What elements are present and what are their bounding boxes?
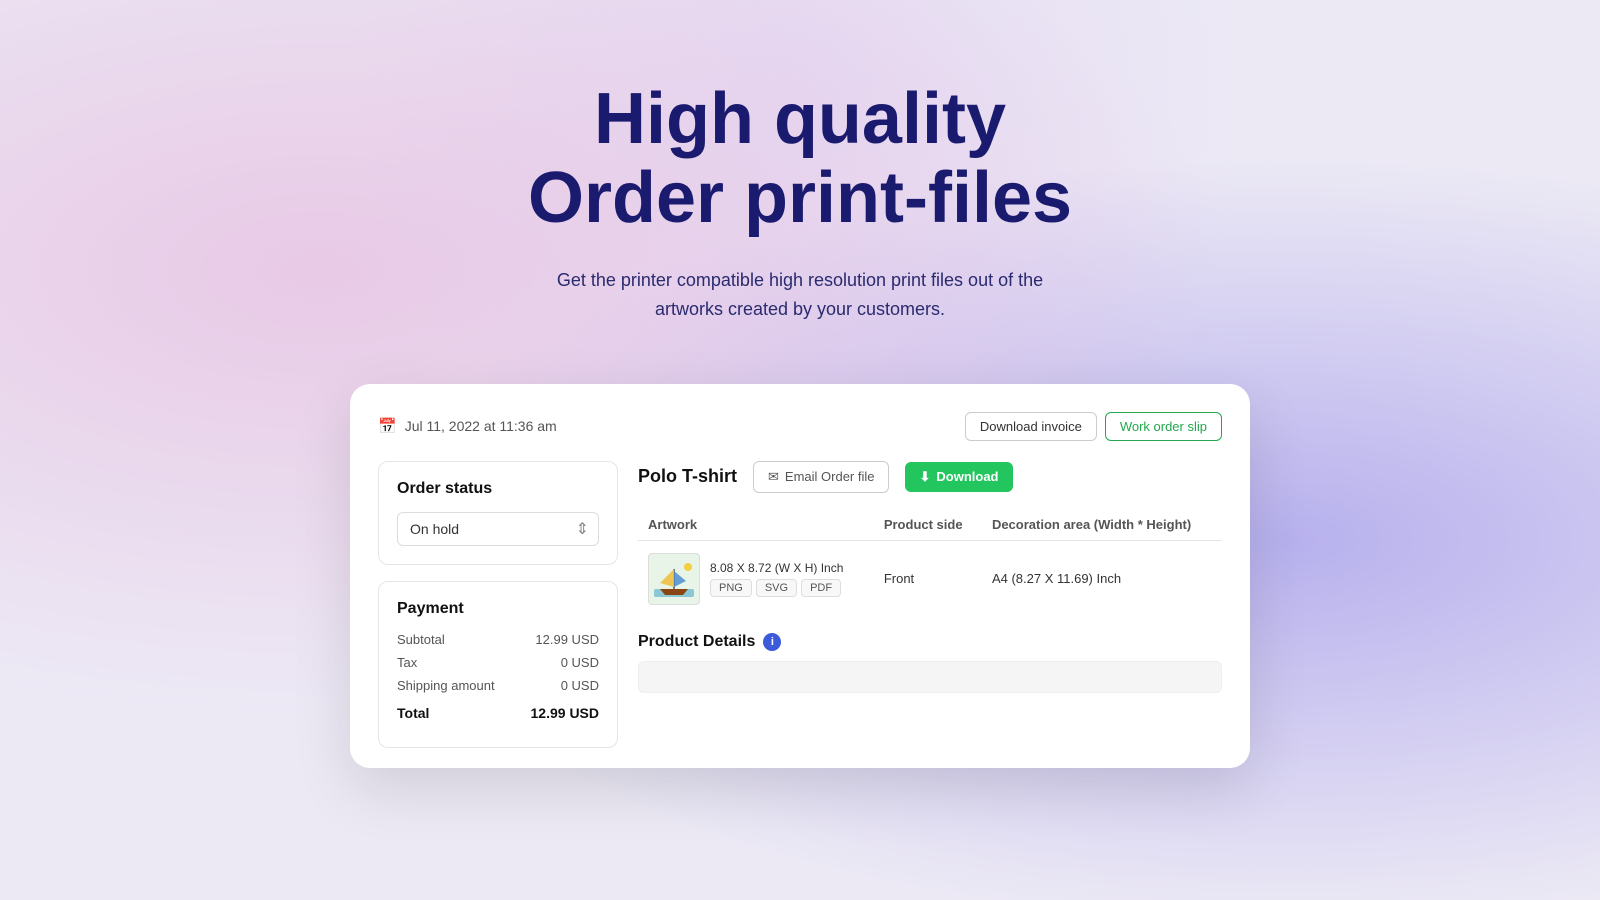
payment-subtotal-row: Subtotal 12.99 USD [397,632,599,647]
download-invoice-button[interactable]: Download invoice [965,412,1097,441]
product-header: Polo T-shirt ✉ Email Order file ⬇ Downlo… [638,461,1222,493]
main-card: 📅 Jul 11, 2022 at 11:36 am Download invo… [350,384,1250,768]
page-wrapper: High quality Order print-files Get the p… [0,0,1600,900]
artwork-info: 8.08 X 8.72 (W X H) Inch PNG SVG PDF [710,561,843,597]
email-order-file-button[interactable]: ✉ Email Order file [753,461,889,493]
hero-title: High quality Order print-files [528,80,1072,238]
col-artwork: Artwork [638,509,874,541]
artwork-thumbnail [648,553,700,605]
product-details-header: Product Details i [638,633,1222,651]
download-icon: ⬇ [919,469,930,485]
order-status-title: Order status [397,480,599,498]
product-side-cell: Front [874,540,982,617]
card-body: Order status On hold Processing Complete… [378,461,1222,748]
order-status-select[interactable]: On hold Processing Completed Cancelled [397,512,599,546]
card-top-actions: Download invoice Work order slip [965,412,1222,441]
badge-png: PNG [710,579,752,597]
download-button[interactable]: ⬇ Download [905,462,1012,492]
payment-tax-row: Tax 0 USD [397,655,599,670]
order-date: 📅 Jul 11, 2022 at 11:36 am [378,417,557,435]
decoration-area-cell: A4 (8.27 X 11.69) Inch [982,540,1222,617]
artwork-dimensions: 8.08 X 8.72 (W X H) Inch [710,561,843,575]
hero-section: High quality Order print-files Get the p… [528,0,1072,364]
card-top-bar: 📅 Jul 11, 2022 at 11:36 am Download invo… [378,412,1222,441]
status-select-wrapper: On hold Processing Completed Cancelled ⇕ [397,512,599,546]
product-details-bar [638,661,1222,693]
payment-shipping-row: Shipping amount 0 USD [397,678,599,693]
col-decoration-area: Decoration area (Width * Height) [982,509,1222,541]
hero-subtitle: Get the printer compatible high resoluti… [528,266,1072,324]
payment-box: Payment Subtotal 12.99 USD Tax 0 USD Shi… [378,581,618,748]
envelope-icon: ✉ [768,469,779,485]
right-column: Polo T-shirt ✉ Email Order file ⬇ Downlo… [638,461,1222,748]
payment-total-row: Total 12.99 USD [397,701,599,721]
work-order-slip-button[interactable]: Work order slip [1105,412,1222,441]
table-row: 8.08 X 8.72 (W X H) Inch PNG SVG PDF [638,540,1222,617]
calendar-icon: 📅 [378,417,397,435]
col-product-side: Product side [874,509,982,541]
info-icon: i [763,633,781,651]
left-column: Order status On hold Processing Complete… [378,461,618,748]
artwork-table: Artwork Product side Decoration area (Wi… [638,509,1222,617]
artwork-cell: 8.08 X 8.72 (W X H) Inch PNG SVG PDF [648,553,864,605]
payment-title: Payment [397,600,599,618]
file-badges: PNG SVG PDF [710,579,843,597]
badge-pdf: PDF [801,579,841,597]
badge-svg: SVG [756,579,797,597]
order-status-box: Order status On hold Processing Complete… [378,461,618,565]
product-name: Polo T-shirt [638,466,737,487]
